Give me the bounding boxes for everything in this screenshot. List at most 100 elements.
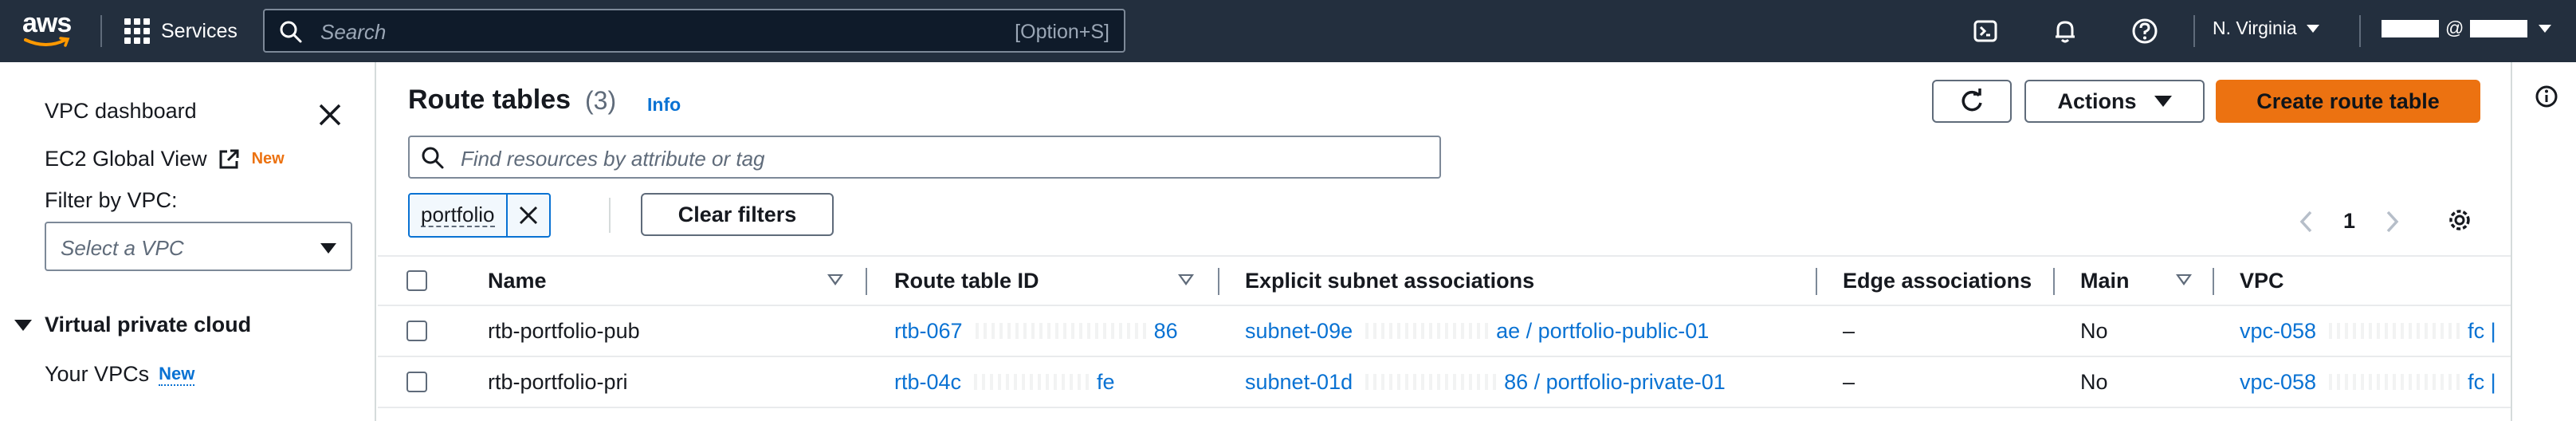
nav-your-vpcs[interactable]: Your VPCs New [45, 362, 195, 387]
aws-logo-text: aws [22, 8, 72, 38]
vpc-link[interactable]: vpc-058 fc | [2240, 357, 2496, 407]
column-edge-associations[interactable]: Edge associations [1843, 257, 2032, 305]
close-icon [519, 206, 537, 225]
main-value: No [2080, 369, 2108, 394]
redacted-text [970, 323, 1146, 339]
search-icon [422, 147, 444, 169]
nav-divider [2359, 15, 2361, 47]
sort-icon[interactable] [827, 274, 843, 285]
help-icon [2132, 18, 2158, 44]
filter-divider [609, 198, 611, 233]
column-explicit-subnet-associations[interactable]: Explicit subnet associations [1245, 257, 1534, 305]
vpc-filter-select[interactable]: Select a VPC [45, 222, 352, 271]
page-number[interactable]: 1 [2343, 209, 2355, 234]
main-value: No [2080, 318, 2108, 343]
edge-associations-value: – [1843, 369, 1855, 394]
find-resources-placeholder: Find resources by attribute or tag [461, 147, 765, 171]
column-divider[interactable] [866, 268, 867, 295]
account-menu[interactable]: @ [2382, 18, 2552, 39]
column-name[interactable]: Name [488, 257, 547, 305]
redacted-text [2324, 323, 2460, 339]
region-selector[interactable]: N. Virginia [2213, 18, 2319, 39]
pagination: 1 [2299, 209, 2400, 234]
column-vpc[interactable]: VPC [2240, 257, 2284, 305]
table-header: Name Route table ID Explicit subnet asso… [378, 255, 2511, 306]
redacted-text [1361, 374, 1497, 390]
aws-smile-icon [24, 37, 70, 47]
row-checkbox[interactable] [406, 372, 427, 392]
services-label: Services [161, 19, 238, 42]
sort-icon[interactable] [1178, 274, 1194, 285]
table-row[interactable]: rtb-portfolio-pri rtb-04c fe subnet-01d 86… [378, 357, 2511, 408]
subnet-association-link[interactable]: subnet-09e ae / portfolio-public-01 [1245, 306, 1709, 356]
edge-associations-value: – [1843, 318, 1855, 343]
route-table-name: rtb-portfolio-pri [488, 369, 628, 394]
tools-panel-rail [2511, 62, 2576, 421]
subnet-association-link[interactable]: subnet-01d 86 / portfolio-private-01 [1245, 357, 1726, 407]
caret-down-icon [14, 319, 32, 331]
caret-down-icon [2154, 96, 2172, 107]
filter-token[interactable]: portfolio [408, 193, 551, 238]
info-link[interactable]: Info [647, 94, 681, 116]
global-search-input[interactable]: Search [Option+S] [263, 9, 1125, 53]
redacted-account-name [2382, 19, 2439, 37]
column-main[interactable]: Main [2080, 257, 2130, 305]
route-table-id-link[interactable]: rtb-067 86 [894, 306, 1178, 356]
global-search-placeholder: Search [320, 20, 387, 44]
ec2-global-view-label: EC2 Global View [45, 147, 207, 171]
services-grid-icon [124, 18, 150, 44]
new-badge: New [251, 150, 285, 167]
chevron-left-icon[interactable] [2299, 210, 2313, 234]
filter-token-label: portfolio [410, 195, 508, 236]
select-all-checkbox[interactable] [406, 270, 427, 291]
help-button[interactable] [2130, 16, 2160, 46]
refresh-button[interactable] [1932, 80, 2012, 123]
redacted-text [2324, 374, 2460, 390]
main-content: Route tables (3) Info Actions Create rou… [378, 62, 2511, 421]
column-divider[interactable] [1816, 268, 1817, 295]
nav-divider [100, 15, 102, 47]
cloudshell-icon [1973, 20, 1997, 42]
account-at: @ [2445, 18, 2464, 38]
nav-vpc-dashboard[interactable]: VPC dashboard [45, 99, 197, 124]
row-checkbox[interactable] [406, 321, 427, 341]
clear-filters-button[interactable]: Clear filters [641, 193, 834, 236]
create-route-table-button[interactable]: Create route table [2216, 80, 2480, 123]
remove-filter-button[interactable] [508, 195, 549, 236]
redacted-text [1361, 323, 1489, 339]
section-virtual-private-cloud[interactable]: Virtual private cloud [14, 313, 251, 337]
new-badge: New [159, 364, 195, 386]
chevron-right-icon[interactable] [2386, 210, 2400, 234]
sort-icon[interactable] [2176, 274, 2192, 285]
route-table-count: (3) [585, 86, 617, 115]
gear-icon[interactable] [2445, 206, 2474, 234]
actions-dropdown-button[interactable]: Actions [2024, 80, 2205, 123]
chevron-down-icon [2306, 24, 2319, 33]
filter-by-vpc-label: Filter by VPC: [45, 188, 178, 212]
notifications-button[interactable] [2050, 16, 2080, 46]
info-icon[interactable] [2535, 85, 2558, 108]
column-route-table-id[interactable]: Route table ID [894, 257, 1039, 305]
close-icon[interactable] [316, 100, 344, 129]
column-divider[interactable] [1218, 268, 1219, 295]
vpc-link[interactable]: vpc-058 fc | [2240, 306, 2496, 356]
nav-ec2-global-view[interactable]: EC2 Global View New [45, 147, 285, 171]
aws-logo[interactable]: aws [22, 8, 73, 51]
redacted-text [969, 374, 1090, 390]
column-divider[interactable] [2213, 268, 2214, 295]
side-navigation: VPC dashboard EC2 Global View New Filter… [0, 62, 376, 421]
search-icon [280, 21, 302, 43]
route-table-id-link[interactable]: rtb-04c fe [894, 357, 1115, 407]
find-resources-input[interactable]: Find resources by attribute or tag [408, 136, 1441, 179]
chevron-down-icon [320, 243, 336, 254]
redacted-account-id [2470, 19, 2528, 37]
table-row[interactable]: rtb-portfolio-pub rtb-067 86 subnet-09e ae… [378, 306, 2511, 357]
nav-divider [2193, 15, 2195, 47]
region-label: N. Virginia [2213, 18, 2297, 38]
column-divider[interactable] [2053, 268, 2055, 295]
cloudshell-button[interactable] [1970, 16, 2001, 46]
services-menu-button[interactable]: Services [124, 16, 238, 46]
vpc-select-placeholder: Select a VPC [61, 236, 184, 260]
your-vpcs-label: Your VPCs [45, 362, 150, 386]
chevron-down-icon [2539, 24, 2552, 33]
